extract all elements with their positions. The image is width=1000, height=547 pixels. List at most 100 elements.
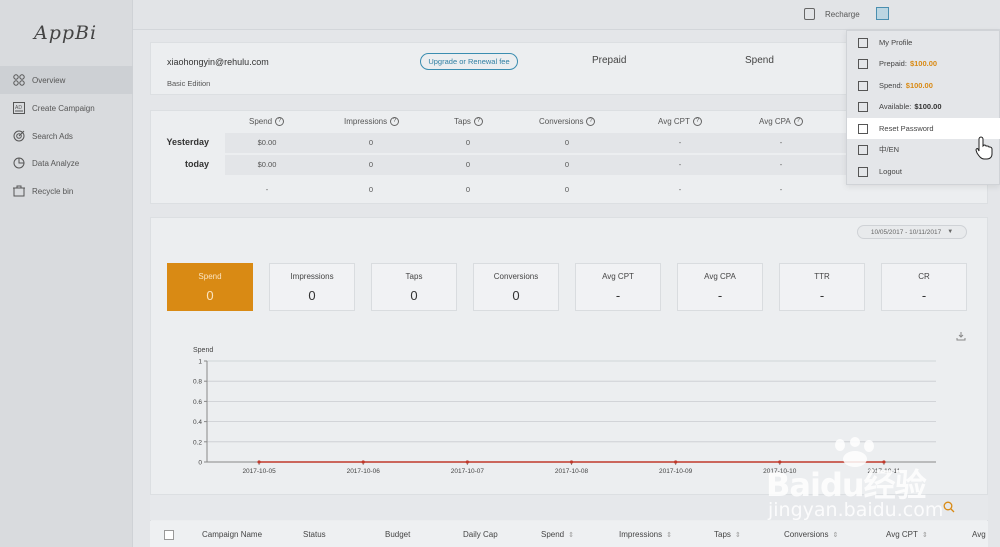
data-point	[465, 460, 469, 464]
user-avatar-icon[interactable]	[876, 7, 889, 20]
sort-icon: ⇕	[921, 532, 928, 539]
sidebar-item-data-analyze[interactable]: Data Analyze	[0, 149, 133, 177]
stats-cell: $0.00	[257, 138, 277, 147]
profile-icon	[858, 37, 868, 48]
help-icon[interactable]: ?	[275, 117, 285, 126]
stats-cell: -	[678, 185, 682, 194]
y-tick-label: 0.4	[193, 419, 202, 426]
stats-row-label: Yesterday	[166, 137, 209, 147]
x-tick-label: 2017-10-05	[242, 468, 276, 475]
data-point	[361, 460, 365, 464]
th-taps[interactable]: Taps ⇕	[714, 530, 741, 539]
metric-card-avg-cpt[interactable]: Avg CPT -	[575, 263, 661, 311]
stats-col-header: Spend?	[249, 117, 285, 126]
stats-cell: 0	[564, 138, 570, 147]
menu-item-prepaid[interactable]: Prepaid: $100.00	[847, 53, 1000, 74]
caret-down-icon: ▼	[947, 229, 954, 235]
metric-card-impressions[interactable]: Impressions 0	[269, 263, 355, 311]
x-tick-label: 2017-10-08	[555, 468, 589, 475]
prepaid-label: Prepaid	[592, 55, 627, 66]
help-icon[interactable]: ?	[793, 117, 803, 126]
sort-icon: ⇕	[666, 532, 672, 539]
target-icon	[12, 130, 25, 143]
app-logo[interactable]: AppBi	[34, 22, 97, 44]
spend-label: Spend	[745, 55, 774, 66]
card-icon	[858, 80, 868, 91]
sidebar-item-overview[interactable]: Overview	[0, 66, 133, 94]
data-point	[674, 460, 678, 464]
recharge-button[interactable]: Recharge	[804, 8, 860, 20]
data-point	[257, 460, 261, 464]
metric-card-taps[interactable]: Taps 0	[371, 263, 457, 311]
y-tick-label: 0.6	[193, 399, 202, 406]
sidebar-item-recycle-bin[interactable]: Recycle bin	[0, 177, 133, 205]
th-daily-cap[interactable]: Daily Cap	[463, 530, 498, 539]
balance-icon	[858, 101, 868, 112]
key-icon	[858, 123, 868, 134]
sidebar-item-create-campaign[interactable]: AD Create Campaign	[0, 94, 133, 122]
th-impressions[interactable]: Impressions ⇕	[619, 530, 672, 539]
y-tick-label: 1	[198, 359, 202, 366]
stats-cell: 0	[465, 185, 471, 194]
help-icon[interactable]: ?	[586, 117, 596, 126]
sidebar-item-label: Data Analyze	[32, 158, 80, 168]
upgrade-button[interactable]: Upgrade or Renewal fee	[420, 53, 518, 70]
stats-cell: -	[265, 185, 269, 194]
menu-item-spend[interactable]: Spend: $100.00	[847, 75, 1000, 96]
menu-item-available[interactable]: Available: $100.00	[847, 96, 1000, 117]
sidebar: AppBi Overview AD Create Campaign Search…	[0, 0, 133, 547]
metric-card-conversions[interactable]: Conversions 0	[473, 263, 559, 311]
metric-card-spend[interactable]: Spend 0	[167, 263, 253, 311]
help-icon[interactable]: ?	[390, 117, 400, 126]
logout-icon	[858, 166, 868, 177]
ad-icon: AD	[12, 102, 25, 115]
metric-card-avg-cpa[interactable]: Avg CPA -	[677, 263, 763, 311]
account-email: xiaohongyin@rehulu.com	[167, 57, 269, 67]
y-tick-label: 0	[198, 460, 202, 467]
stats-col-header: Impressions?	[344, 117, 400, 126]
metric-card-ttr[interactable]: TTR -	[779, 263, 865, 311]
stats-col-header: Taps?	[454, 117, 483, 126]
search-icon[interactable]	[943, 501, 957, 515]
stats-cell: 0	[564, 185, 570, 194]
menu-item-my-profile[interactable]: My Profile	[847, 32, 1000, 53]
help-icon[interactable]: ?	[473, 117, 483, 126]
data-point	[569, 460, 574, 464]
sort-icon: ⇕	[832, 532, 839, 539]
sidebar-item-label: Overview	[32, 75, 66, 85]
metric-card-cr[interactable]: CR -	[881, 263, 967, 311]
th-avg-cpt[interactable]: Avg CPT ⇕	[886, 530, 928, 539]
help-icon[interactable]: ?	[692, 117, 702, 126]
th-budget[interactable]: Budget	[385, 530, 410, 539]
x-tick-label: 2017-10-07	[451, 468, 485, 475]
x-tick-label: 2017-10-06	[347, 468, 381, 475]
th-campaign-name[interactable]: Campaign Name	[202, 530, 262, 539]
wallet-icon	[858, 58, 868, 69]
stats-col-header: Avg CPT?	[658, 117, 702, 126]
download-icon[interactable]	[956, 331, 966, 343]
sidebar-item-label: Create Campaign	[32, 103, 95, 113]
stats-cell: -	[678, 160, 682, 169]
hand-cursor-icon	[975, 136, 995, 162]
stats-cell: 0	[368, 185, 374, 194]
select-all-checkbox[interactable]	[164, 530, 174, 540]
stats-cell: -	[779, 185, 783, 194]
sort-icon: ⇕	[734, 532, 741, 539]
campaign-table-header: Campaign Name Status Budget Daily Cap Sp…	[150, 521, 988, 547]
stats-cell: -	[678, 138, 682, 147]
stats-cell: 0	[465, 160, 471, 169]
recycle-icon	[12, 185, 25, 198]
menu-item-logout[interactable]: Logout	[847, 161, 1000, 182]
stats-cell: 0	[368, 160, 374, 169]
date-range-picker[interactable]: 10/05/2017 - 10/11/2017 ▼	[857, 225, 967, 239]
grid-icon	[12, 74, 25, 87]
th-status[interactable]: Status	[303, 530, 326, 539]
th-spend[interactable]: Spend ⇕	[541, 530, 574, 539]
y-tick-label: 0.2	[193, 439, 202, 446]
th-avg[interactable]: Avg	[972, 530, 986, 539]
sidebar-item-search-ads[interactable]: Search Ads	[0, 122, 133, 150]
chart-icon	[12, 157, 25, 170]
th-conversions[interactable]: Conversions ⇕	[784, 530, 838, 539]
language-icon	[858, 144, 868, 155]
stats-cell: 0	[368, 138, 374, 147]
